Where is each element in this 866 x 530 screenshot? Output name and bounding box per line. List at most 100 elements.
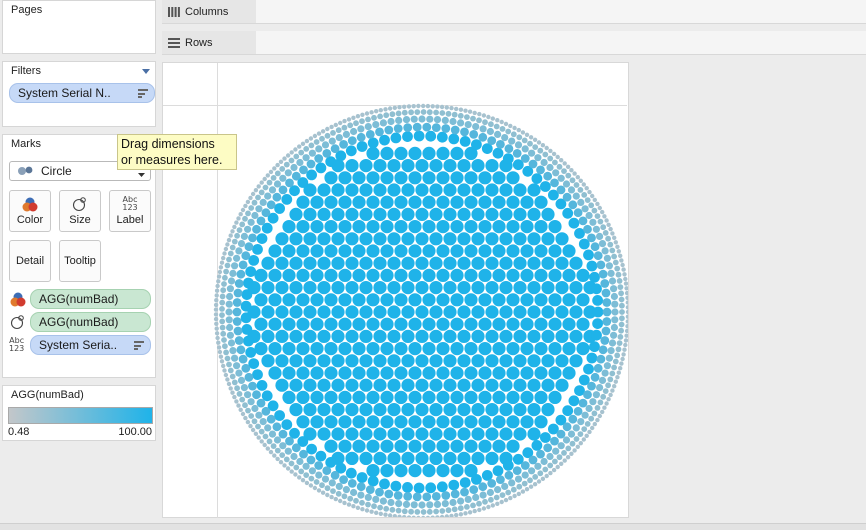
bubble-mark[interactable] — [429, 159, 443, 173]
bubble-mark[interactable] — [501, 134, 509, 142]
bubble-mark[interactable] — [415, 207, 429, 221]
bubble-mark[interactable] — [464, 342, 478, 356]
bubble-mark[interactable] — [227, 339, 236, 347]
bubble-mark[interactable] — [527, 477, 533, 484]
bubble-mark[interactable] — [567, 186, 576, 194]
bubble-mark[interactable] — [600, 224, 607, 231]
bubble-mark[interactable] — [313, 479, 320, 485]
bubble-mark[interactable] — [261, 354, 275, 368]
bubble-mark[interactable] — [592, 306, 604, 318]
bubble-mark[interactable] — [528, 467, 536, 475]
bubble-mark[interactable] — [259, 198, 267, 206]
bubble-mark[interactable] — [406, 515, 412, 517]
bubble-mark[interactable] — [291, 171, 301, 181]
bubble-mark[interactable] — [459, 136, 471, 147]
bubble-mark[interactable] — [380, 366, 394, 380]
bubble-mark[interactable] — [235, 247, 243, 255]
bubble-mark[interactable] — [345, 281, 359, 295]
bubble-mark[interactable] — [464, 114, 470, 120]
bubble-mark[interactable] — [341, 124, 348, 131]
bubble-mark[interactable] — [572, 448, 577, 453]
bubble-mark[interactable] — [383, 505, 390, 512]
bubble-mark[interactable] — [380, 464, 394, 478]
bubble-mark[interactable] — [590, 242, 600, 252]
bubble-mark[interactable] — [562, 405, 574, 417]
bubble-mark[interactable] — [506, 220, 520, 234]
bubble-mark[interactable] — [291, 443, 301, 453]
bubble-mark[interactable] — [615, 244, 620, 249]
bubble-mark[interactable] — [394, 220, 408, 234]
bubble-mark[interactable] — [575, 175, 580, 180]
bubble-mark[interactable] — [540, 432, 551, 443]
bubble-mark[interactable] — [555, 305, 569, 319]
bubble-mark[interactable] — [464, 220, 478, 234]
bubble-mark[interactable] — [618, 296, 625, 303]
bubble-mark[interactable] — [229, 269, 237, 277]
bubble-mark[interactable] — [422, 317, 436, 331]
bubble-mark[interactable] — [422, 390, 436, 404]
bubble-mark[interactable] — [482, 119, 488, 126]
bubble-mark[interactable] — [393, 491, 403, 500]
bubble-mark[interactable] — [562, 436, 571, 444]
bubble-mark[interactable] — [625, 295, 628, 300]
bubble-mark[interactable] — [316, 131, 322, 136]
bubble-mark[interactable] — [317, 183, 331, 197]
bubble-mark[interactable] — [240, 312, 252, 324]
bubble-mark[interactable] — [583, 363, 594, 375]
bubble-mark[interactable] — [541, 329, 555, 343]
bubble-mark[interactable] — [569, 168, 574, 173]
bubble-mark[interactable] — [608, 226, 613, 232]
bubble-mark[interactable] — [536, 165, 545, 175]
bubble-mark[interactable] — [317, 329, 331, 343]
bubble-mark[interactable] — [408, 415, 422, 429]
bubble-mark[interactable] — [346, 502, 352, 507]
bubble-mark[interactable] — [408, 390, 422, 404]
bubble-mark[interactable] — [443, 256, 457, 270]
bubble-mark[interactable] — [352, 366, 366, 380]
bubble-mark[interactable] — [441, 491, 451, 500]
bubble-mark[interactable] — [285, 436, 294, 446]
bubble-mark[interactable] — [486, 114, 491, 120]
bubble-mark[interactable] — [550, 178, 559, 188]
bubble-mark[interactable] — [420, 109, 427, 115]
bubble-mark[interactable] — [397, 514, 402, 517]
bubble-mark[interactable] — [506, 195, 520, 209]
bubble-mark[interactable] — [583, 249, 594, 261]
bubble-mark[interactable] — [372, 495, 380, 503]
bubble-mark[interactable] — [224, 355, 231, 362]
bubble-mark[interactable] — [422, 220, 436, 234]
bubble-mark[interactable] — [416, 103, 421, 109]
bubble-mark[interactable] — [274, 447, 281, 454]
bubble-mark[interactable] — [573, 436, 580, 442]
bubble-mark[interactable] — [375, 487, 384, 497]
bubble-mark[interactable] — [472, 508, 477, 514]
bubble-mark[interactable] — [406, 104, 412, 109]
bubble-mark[interactable] — [592, 225, 600, 233]
bubble-mark[interactable] — [541, 207, 555, 221]
bubble-mark[interactable] — [335, 127, 342, 134]
bubble-mark[interactable] — [232, 317, 242, 326]
bubble-mark[interactable] — [616, 340, 623, 346]
bubble-mark[interactable] — [335, 482, 343, 490]
bubble-mark[interactable] — [251, 404, 259, 413]
bubble-mark[interactable] — [532, 474, 539, 480]
bubble-mark[interactable] — [463, 108, 468, 113]
bubble-mark[interactable] — [222, 274, 228, 281]
bubble-mark[interactable] — [621, 267, 626, 272]
bubble-mark[interactable] — [436, 439, 450, 453]
bubble-mark[interactable] — [457, 354, 471, 368]
bubble-mark[interactable] — [420, 509, 427, 515]
bubble-mark[interactable] — [268, 169, 274, 175]
bubble-mark[interactable] — [492, 171, 506, 185]
bubble-mark[interactable] — [387, 403, 401, 417]
bubble-mark[interactable] — [342, 500, 347, 506]
bubble-mark[interactable] — [556, 163, 563, 170]
bubble-mark[interactable] — [499, 329, 513, 343]
bubble-mark[interactable] — [387, 427, 401, 441]
bubble-mark[interactable] — [285, 153, 291, 158]
bubble-mark[interactable] — [231, 379, 238, 386]
bubble-mark[interactable] — [527, 427, 541, 441]
bubble-mark[interactable] — [478, 293, 492, 307]
bubble-mark[interactable] — [324, 195, 338, 209]
bubble-mark[interactable] — [555, 329, 569, 343]
